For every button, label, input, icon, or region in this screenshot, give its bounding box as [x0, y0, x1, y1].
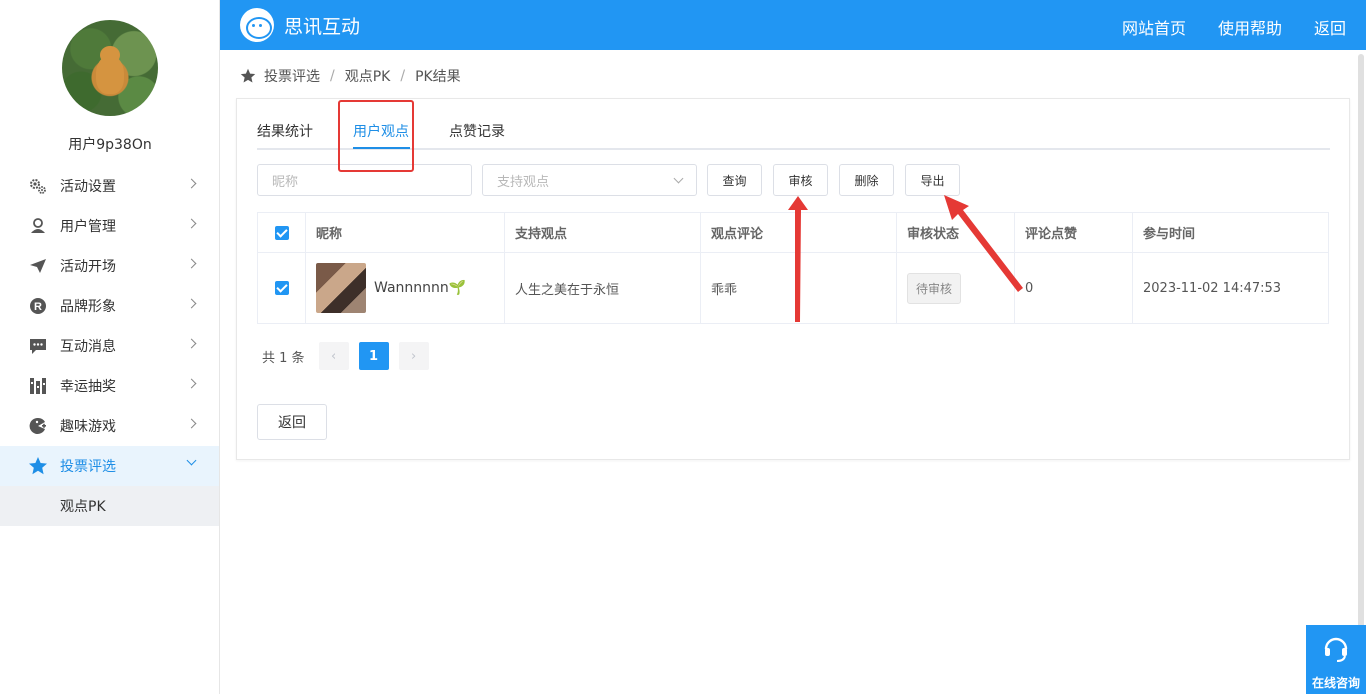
user-icon: [28, 216, 48, 236]
review-button[interactable]: 审核: [773, 164, 828, 196]
sidebar-subitem-viewpoint-pk[interactable]: 观点PK: [0, 486, 219, 526]
sidebar-item-voting[interactable]: 投票评选: [0, 446, 219, 486]
brand-name: 思讯互动: [284, 16, 361, 38]
header-nav: 网站首页 使用帮助 返回: [1122, 15, 1346, 39]
sidebar-item-lucky-draw[interactable]: 幸运抽奖: [0, 366, 219, 406]
chevron-right-icon: [186, 378, 197, 389]
username: 用户9p38On: [68, 137, 152, 153]
query-button[interactable]: 查询: [707, 164, 762, 196]
star-icon: [28, 456, 48, 476]
sidebar-item-user-management[interactable]: 用户管理: [0, 206, 219, 246]
game-icon: [28, 416, 48, 436]
online-consult-button[interactable]: 在线咨询: [1306, 625, 1366, 694]
user-avatar-thumbnail: [316, 263, 366, 313]
viewpoints-table: 昵称 支持观点 观点评论 审核状态 评论点赞 参与时间 Wannnnnn🌱 人生…: [257, 212, 1329, 324]
sidebar-item-label: 品牌形象: [60, 299, 116, 315]
checkbox-checked[interactable]: [275, 225, 289, 240]
likes-cell: 0: [1015, 253, 1133, 323]
breadcrumb-item[interactable]: 投票评选: [264, 66, 320, 86]
consult-label: 在线咨询: [1311, 676, 1360, 690]
table-header: 昵称 支持观点 观点评论 审核状态 评论点赞 参与时间: [258, 213, 1328, 253]
nickname-cell: Wannnnnn🌱: [306, 253, 505, 323]
top-header: 思讯互动 网站首页 使用帮助 返回: [220, 0, 1366, 50]
sidebar-item-label: 幸运抽奖: [60, 379, 116, 395]
logo: [240, 8, 274, 42]
prev-page-button[interactable]: ‹: [318, 342, 349, 370]
sidebar-item-label: 活动开场: [60, 259, 116, 275]
nav-back-link[interactable]: 返回: [1314, 15, 1346, 39]
sidebar-menu: 活动设置 用户管理 活动开场 R 品牌形象 互动消息 幸运抽奖 趣味游戏 投票评…: [0, 166, 219, 526]
viewpoint-select-placeholder: 支持观点: [497, 174, 550, 190]
nickname-text: Wannnnnn🌱: [374, 280, 467, 296]
breadcrumb-item-current: PK结果: [415, 69, 461, 85]
tab-bar: 结果统计 用户观点 点赞记录: [257, 99, 1330, 150]
sidebar-item-fun-games[interactable]: 趣味游戏: [0, 406, 219, 446]
sidebar-item-activity-settings[interactable]: 活动设置: [0, 166, 219, 206]
column-header: 评论点赞: [1015, 213, 1133, 252]
sidebar: 用户9p38On 活动设置 用户管理 活动开场 R 品牌形象 互动消息 幸运抽奖…: [0, 0, 220, 694]
time-cell: 2023-11-02 14:47:53: [1143, 280, 1282, 296]
comment-cell: 乖乖: [701, 253, 897, 323]
chevron-right-icon: [186, 178, 197, 189]
chevron-down-icon: [186, 455, 197, 466]
chevron-right-icon: [186, 338, 197, 349]
column-header: 参与时间: [1143, 227, 1196, 242]
column-header: 观点评论: [701, 213, 897, 252]
column-header: 支持观点: [505, 213, 701, 252]
total-count: 共 1 条: [262, 350, 305, 366]
tab-like-records[interactable]: 点赞记录: [449, 121, 505, 141]
sidebar-item-interactive-messages[interactable]: 互动消息: [0, 326, 219, 366]
select-all-checkbox[interactable]: [258, 213, 306, 252]
sidebar-item-label: 投票评选: [60, 459, 116, 475]
gear-icon: [28, 176, 48, 196]
chat-icon: [28, 336, 48, 356]
back-button[interactable]: 返回: [257, 404, 327, 440]
column-header: 审核状态: [897, 213, 1015, 252]
breadcrumb-separator: /: [330, 68, 335, 84]
status-cell: 待审核: [897, 253, 1015, 323]
viewpoint-select[interactable]: 支持观点: [482, 164, 697, 196]
chevron-right-icon: [186, 298, 197, 309]
checkbox-checked[interactable]: [275, 281, 289, 295]
breadcrumb: 投票评选 / 观点PK / PK结果: [240, 66, 461, 86]
sidebar-item-label: 互动消息: [60, 339, 116, 355]
breadcrumb-item[interactable]: 观点PK: [345, 66, 391, 86]
sidebar-item-label: 趣味游戏: [60, 419, 116, 435]
sidebar-item-label: 用户管理: [60, 219, 116, 235]
row-checkbox-cell[interactable]: [258, 253, 306, 323]
pagination: 共 1 条 ‹ 1 ›: [262, 342, 429, 370]
table-row[interactable]: Wannnnnn🌱 人生之美在于永恒 乖乖 待审核 0 2023-11-02 1…: [258, 253, 1328, 323]
next-page-button[interactable]: ›: [398, 342, 429, 370]
chevron-down-icon: [673, 173, 684, 184]
star-icon: [240, 68, 256, 84]
nav-home-link[interactable]: 网站首页: [1122, 15, 1186, 39]
paper-plane-icon: [28, 256, 48, 276]
lottery-icon: [28, 376, 48, 396]
export-button[interactable]: 导出: [905, 164, 960, 196]
chevron-right-icon: [186, 218, 197, 229]
delete-button[interactable]: 删除: [839, 164, 894, 196]
headset-icon: [1324, 637, 1348, 662]
column-header: 昵称: [306, 213, 505, 252]
svg-text:R: R: [34, 301, 42, 313]
sidebar-item-activity-opening[interactable]: 活动开场: [0, 246, 219, 286]
sidebar-item-brand-image[interactable]: R 品牌形象: [0, 286, 219, 326]
page-button-current[interactable]: 1: [358, 342, 389, 370]
nav-help-link[interactable]: 使用帮助: [1218, 15, 1282, 39]
chevron-right-icon: [186, 258, 197, 269]
chevron-right-icon: [186, 418, 197, 429]
registered-icon: R: [28, 296, 48, 316]
sidebar-item-label: 活动设置: [60, 179, 116, 195]
avatar[interactable]: [62, 20, 158, 116]
viewpoint-cell: 人生之美在于永恒: [505, 253, 701, 323]
scrollbar[interactable]: [1358, 54, 1364, 674]
tab-result-stats[interactable]: 结果统计: [257, 121, 313, 141]
highlight-box: [338, 100, 414, 172]
breadcrumb-separator: /: [400, 68, 406, 84]
status-badge[interactable]: 待审核: [907, 272, 962, 304]
